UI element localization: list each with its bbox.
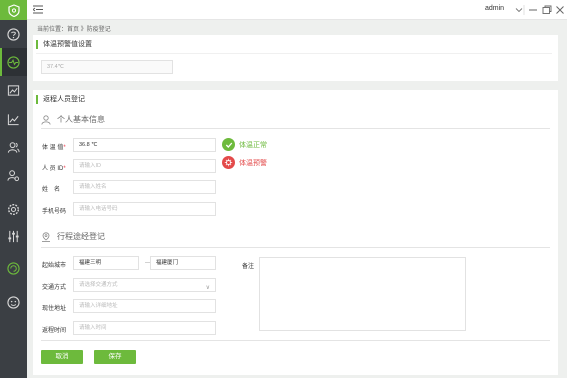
- from-city-input[interactable]: 福建三明: [73, 256, 139, 270]
- phone-input[interactable]: 请输入电话号码: [73, 202, 216, 216]
- temperature-input[interactable]: 36.8 ℃: [73, 138, 216, 152]
- person-icon: [41, 114, 51, 125]
- user-group-icon: [7, 169, 20, 181]
- name-label: 姓 名: [42, 187, 61, 193]
- minimize-icon[interactable]: [527, 4, 539, 16]
- logo-shield-icon: [7, 3, 20, 17]
- sidebar-item-face[interactable]: [0, 288, 27, 316]
- threshold-panel-title: 体温预警值设置: [36, 40, 92, 49]
- status-normal-text: 体温正常: [239, 141, 267, 149]
- status-warning: 体温预警: [222, 156, 267, 169]
- maximize-icon[interactable]: [541, 4, 553, 16]
- transport-label: 交通方式: [42, 285, 67, 291]
- menu-toggle-icon[interactable]: [33, 5, 43, 14]
- sidebar-item-refresh[interactable]: [0, 254, 27, 282]
- breadcrumb: 当前位置：首页 》防疫登记: [37, 27, 111, 33]
- sidebar: [0, 0, 27, 378]
- threshold-panel: 体温预警值设置 37.4℃: [33, 35, 558, 81]
- registration-panel-title: 返程人员登记: [36, 95, 85, 104]
- trend-icon: [7, 113, 19, 125]
- sidebar-item-user-manage[interactable]: [0, 161, 27, 189]
- transport-select-placeholder: 请选择交通方式: [79, 282, 118, 288]
- virus-icon: [222, 156, 235, 169]
- users-icon: [7, 141, 20, 153]
- question-icon: [7, 27, 20, 41]
- address-label: 现住地址: [42, 306, 67, 312]
- dashboard-icon: [7, 55, 20, 69]
- name-input[interactable]: 请输入姓名: [73, 180, 216, 194]
- divider: [36, 53, 552, 54]
- sidebar-item-settings[interactable]: [0, 195, 27, 223]
- close-icon[interactable]: [554, 4, 566, 16]
- chart-icon: [7, 84, 20, 96]
- id-label: 人 员 ID*: [42, 166, 66, 172]
- cancel-button[interactable]: 取消: [41, 350, 83, 364]
- remark-textarea[interactable]: [259, 257, 466, 331]
- basic-info-heading-text: 个人基本信息: [57, 115, 105, 124]
- save-button[interactable]: 保存: [94, 350, 136, 364]
- temperature-label: 体 温 值*: [42, 145, 66, 151]
- phone-label: 手机号码: [42, 209, 67, 215]
- city-label: 起始城市: [42, 263, 67, 269]
- status-normal: 体温正常: [222, 138, 267, 151]
- sidebar-item-stats[interactable]: [0, 76, 27, 104]
- basic-info-heading: 个人基本信息: [41, 114, 105, 125]
- status-warning-text: 体温预警: [239, 159, 267, 167]
- face-icon: [7, 295, 20, 309]
- sidebar-item-epidemic[interactable]: [0, 48, 27, 76]
- logo: [0, 0, 27, 20]
- sidebar-item-trend[interactable]: [0, 105, 27, 133]
- topbar: admin: [27, 0, 567, 20]
- sidebar-item-config[interactable]: [0, 222, 27, 250]
- threshold-input[interactable]: 37.4℃: [41, 60, 173, 74]
- itinerary-heading-text: 行程途经登记: [57, 232, 105, 241]
- registration-panel: 返程人员登记 个人基本信息 体 温 值* 36.8 ℃ 人 员 ID* 请输入I…: [33, 90, 558, 375]
- id-input[interactable]: 请输入ID: [73, 159, 216, 173]
- sidebar-item-users[interactable]: [0, 133, 27, 161]
- divider: [41, 128, 550, 129]
- to-city-input[interactable]: 福建厦门: [150, 256, 216, 270]
- itinerary-heading: 行程途经登记: [41, 231, 105, 242]
- divider: [41, 340, 550, 341]
- refresh-icon: [7, 261, 20, 275]
- return-time-label: 返程时间: [42, 328, 67, 334]
- divider: [41, 247, 550, 248]
- transport-select[interactable]: 请选择交通方式 ∨: [73, 278, 216, 292]
- remark-label: 备注: [242, 264, 255, 270]
- chevron-down-icon: ∨: [205, 285, 210, 291]
- user-name[interactable]: admin: [485, 5, 504, 12]
- settings-icon: [7, 203, 20, 215]
- check-icon: [222, 138, 235, 151]
- address-input[interactable]: 请输入详细地址: [73, 299, 216, 313]
- sliders-icon: [8, 230, 19, 242]
- return-time-input[interactable]: 请输入时间: [73, 321, 216, 335]
- sidebar-item-help[interactable]: [0, 20, 27, 48]
- location-icon: [42, 231, 50, 242]
